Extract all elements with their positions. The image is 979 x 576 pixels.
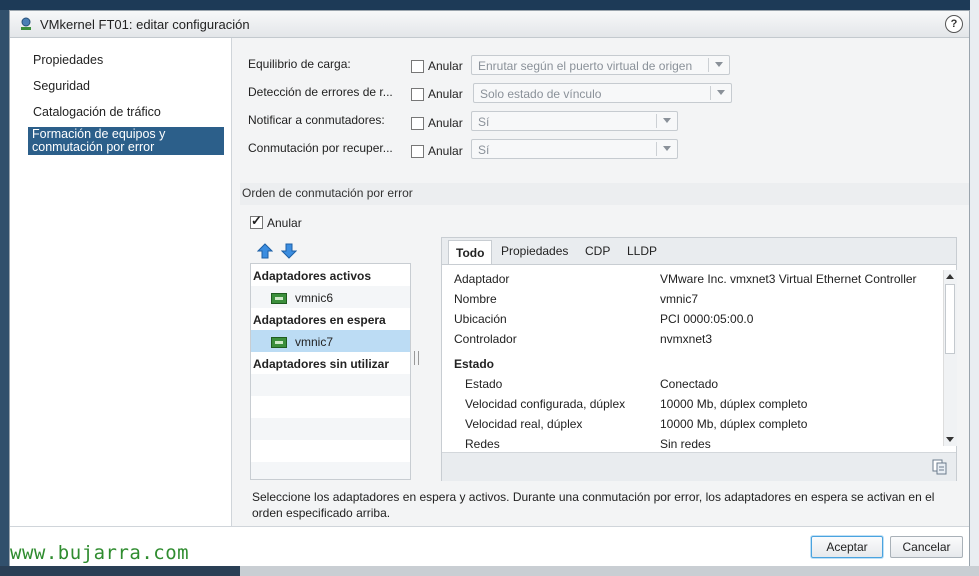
notify-switches-override-checkbox[interactable] (411, 117, 424, 130)
details-footer (442, 452, 956, 481)
background-right-panel (970, 0, 979, 576)
list-item-vmnic7[interactable]: vmnic7 (251, 330, 410, 352)
load-balancing-select[interactable]: Enrutar según el puerto virtual de orige… (471, 55, 730, 75)
scrollbar-thumb[interactable] (945, 284, 955, 354)
failback-label: Conmutación por recuper... (248, 141, 393, 155)
move-up-arrow-icon[interactable] (257, 243, 273, 259)
edit-settings-dialog: VMkernel FT01: editar configuración ? Pr… (9, 10, 970, 566)
list-item-vmnic6[interactable]: vmnic6 (251, 286, 410, 308)
details-tabs: Todo Propiedades CDP LLDP (442, 238, 956, 265)
failback-value: Sí (478, 143, 490, 157)
prop-key-adaptador: Adaptador (454, 272, 510, 286)
notify-switches-label: Notificar a conmutadores: (248, 113, 385, 127)
notify-switches-select[interactable]: Sí (471, 111, 678, 131)
failback-select[interactable]: Sí (471, 139, 678, 159)
prop-key-velocidad-real: Velocidad real, dúplex (465, 417, 583, 431)
prop-key-nombre: Nombre (454, 292, 497, 306)
notify-switches-override-label: Anular (428, 116, 463, 130)
group-standby-adapters: Adaptadores en espera (253, 313, 386, 327)
failover-order-override-checkbox[interactable] (250, 213, 263, 229)
prop-key-ubicacion: Ubicación (454, 312, 507, 326)
splitter-handle[interactable] (414, 351, 419, 365)
load-balancing-override-label: Anular (428, 59, 463, 73)
prop-val-nombre: vmnic7 (660, 292, 699, 306)
background-app-header (0, 0, 979, 10)
load-balancing-override-checkbox[interactable] (411, 60, 424, 73)
dialog-titlebar: VMkernel FT01: editar configuración ? (10, 11, 969, 38)
estado-header: Estado (454, 357, 495, 371)
chevron-down-icon (663, 118, 671, 123)
network-adapter-icon (271, 337, 287, 348)
chevron-down-icon (717, 90, 725, 95)
vmnic6-label: vmnic6 (295, 291, 334, 305)
tab-lldp[interactable]: LLDP (627, 244, 657, 258)
network-adapter-icon (271, 293, 287, 304)
copy-icon[interactable] (932, 459, 948, 475)
prop-val-velocidad-real: 10000 Mb, dúplex completo (660, 417, 808, 431)
failover-order-section-title: Orden de conmutación por error (240, 183, 969, 205)
prop-val-controlador: nvmxnet3 (660, 332, 713, 346)
background-bottom-panel (240, 566, 979, 576)
content-area: Equilibrio de carga: Anular Enrutar segú… (232, 38, 969, 526)
ok-button[interactable]: Aceptar (811, 536, 883, 558)
nav-item-formacion-equipos[interactable]: Formación de equipos y conmutación por e… (28, 127, 224, 155)
prop-val-estado: Conectado (660, 377, 719, 391)
scroll-down-icon[interactable] (946, 437, 954, 442)
prop-val-redes: Sin redes (660, 437, 711, 451)
scroll-up-icon[interactable] (946, 274, 954, 279)
load-balancing-label: Equilibrio de carga: (248, 57, 351, 71)
failure-detection-override-label: Anular (428, 87, 463, 101)
details-scrollbar[interactable] (943, 270, 957, 446)
nav-item-formacion-line2: conmutación por error (32, 140, 155, 154)
prop-key-redes: Redes (465, 437, 500, 451)
failover-description: Seleccione los adaptadores en espera y a… (252, 490, 935, 520)
prop-val-adaptador: VMware Inc. vmxnet3 Virtual Ethernet Con… (660, 272, 917, 286)
group-active-adapters: Adaptadores activos (253, 269, 372, 283)
tab-propiedades[interactable]: Propiedades (501, 244, 568, 258)
nav-item-seguridad[interactable]: Seguridad (33, 79, 90, 93)
details-scroll-area: Adaptador VMware Inc. vmxnet3 Virtual Et… (442, 265, 942, 451)
failback-override-checkbox[interactable] (411, 145, 424, 158)
dialog-title: VMkernel FT01: editar configuración (40, 17, 250, 32)
group-unused-adapters: Adaptadores sin utilizar (253, 357, 390, 371)
failback-override-label: Anular (428, 144, 463, 158)
vmkernel-adapter-icon (21, 17, 31, 30)
tab-todo[interactable]: Todo (448, 240, 493, 264)
adapter-details-panel: Todo Propiedades CDP LLDP Adaptador VMwa… (441, 237, 957, 481)
background-bottom-left (0, 566, 240, 576)
move-down-arrow-icon[interactable] (281, 243, 297, 259)
vmnic7-label: vmnic7 (295, 335, 334, 349)
settings-nav: Propiedades Seguridad Catalogación de tr… (10, 38, 232, 526)
tab-cdp[interactable]: CDP (585, 244, 610, 258)
nav-item-catalogacion[interactable]: Catalogación de tráfico (33, 105, 161, 119)
notify-switches-value: Sí (478, 115, 490, 129)
prop-key-velocidad-configurada: Velocidad configurada, dúplex (465, 397, 626, 411)
failover-order-override-label: Anular (267, 216, 302, 230)
prop-key-controlador: Controlador (454, 332, 517, 346)
failure-detection-select[interactable]: Solo estado de vínculo (473, 83, 732, 103)
help-icon[interactable]: ? (945, 15, 963, 33)
failure-detection-override-checkbox[interactable] (411, 88, 424, 101)
chevron-down-icon (715, 62, 723, 67)
failure-detection-value: Solo estado de vínculo (480, 87, 602, 101)
cancel-button[interactable]: Cancelar (890, 536, 963, 558)
prop-key-estado: Estado (465, 377, 503, 391)
failover-adapter-list: Adaptadores activos vmnic6 Adaptadores e… (250, 263, 411, 480)
load-balancing-value: Enrutar según el puerto virtual de orige… (478, 59, 693, 73)
nav-item-propiedades[interactable]: Propiedades (33, 53, 103, 67)
watermark: www.bujarra.com (10, 542, 190, 564)
failure-detection-label: Detección de errores de r... (248, 85, 393, 99)
prop-val-velocidad-configurada: 10000 Mb, dúplex completo (660, 397, 808, 411)
prop-val-ubicacion: PCI 0000:05:00.0 (660, 312, 754, 326)
chevron-down-icon (663, 146, 671, 151)
